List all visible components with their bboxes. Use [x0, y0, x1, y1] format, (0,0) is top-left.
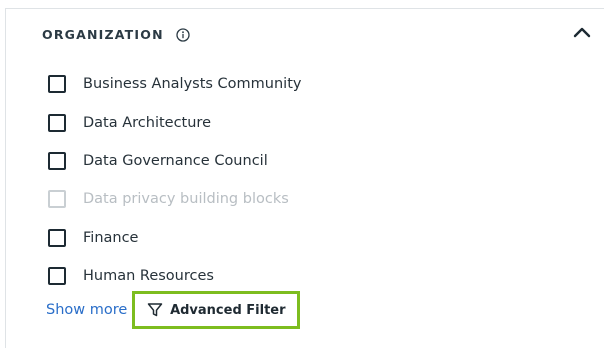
- checkbox[interactable]: [48, 113, 66, 132]
- chevron-up-icon: [573, 25, 591, 43]
- option-label: Data Governance Council: [83, 152, 268, 169]
- checkbox-disabled: [48, 190, 66, 209]
- checkbox[interactable]: [48, 228, 66, 247]
- advanced-filter-label: Advanced Filter: [170, 302, 286, 318]
- checkbox[interactable]: [48, 151, 66, 170]
- show-more-link[interactable]: Show more: [46, 302, 127, 318]
- option-label: Human Resources: [83, 268, 214, 285]
- collapse-section-button[interactable]: [569, 24, 595, 44]
- option-label: Business Analysts Community: [83, 76, 302, 93]
- option-data-architecture[interactable]: Data Architecture: [48, 103, 301, 141]
- option-human-resources[interactable]: Human Resources: [48, 257, 301, 295]
- checkbox[interactable]: [48, 75, 66, 94]
- info-circle-icon[interactable]: [176, 27, 190, 42]
- option-business-analysts-community[interactable]: Business Analysts Community: [48, 65, 301, 103]
- advanced-filter-button[interactable]: Advanced Filter: [132, 291, 301, 329]
- checkbox[interactable]: [48, 267, 66, 286]
- option-list: Business Analysts Community Data Archite…: [48, 65, 301, 295]
- section-header: ORGANIZATION: [42, 27, 190, 42]
- option-label: Finance: [83, 229, 139, 246]
- filter-icon: [147, 302, 163, 318]
- option-data-privacy-building-blocks: Data privacy building blocks: [48, 180, 301, 218]
- option-finance[interactable]: Finance: [48, 219, 301, 257]
- option-label: Data Architecture: [83, 114, 212, 131]
- filter-footer: Show more Advanced Filter: [46, 291, 301, 329]
- option-label: Data privacy building blocks: [83, 191, 289, 208]
- option-data-governance-council[interactable]: Data Governance Council: [48, 142, 301, 180]
- section-title: ORGANIZATION: [42, 27, 164, 42]
